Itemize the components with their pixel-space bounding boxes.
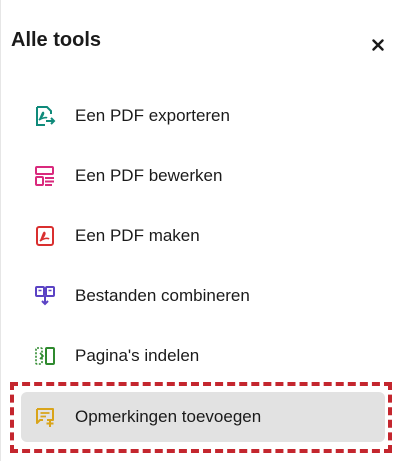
panel-title: Alle tools [11,29,102,51]
combine-files-icon [33,284,57,308]
close-icon [372,39,384,51]
export-pdf-icon [33,104,57,128]
tool-create-pdf[interactable]: Een PDF maken [21,211,385,261]
tool-label: Pagina's indelen [75,346,200,365]
tool-export-pdf[interactable]: Een PDF exporteren [21,91,385,141]
all-tools-panel: Alle tools Een PDF exporteren Een PDF be… [0,0,401,461]
tool-add-comments[interactable]: Opmerkingen toevoegen [21,392,385,442]
organize-pages-icon [33,344,57,368]
tool-label: Een PDF maken [75,226,200,245]
tool-label: Een PDF exporteren [75,106,230,125]
tool-combine-files[interactable]: Bestanden combineren [21,271,385,321]
comment-icon [33,405,57,429]
create-pdf-icon [33,224,57,248]
tool-label: Opmerkingen toevoegen [75,407,262,426]
tool-label: Een PDF bewerken [75,166,223,185]
close-button[interactable] [367,34,389,56]
tool-label: Bestanden combineren [75,286,250,305]
panel-header: Alle tools [1,0,401,80]
tool-organize-pages[interactable]: Pagina's indelen [21,331,385,381]
tool-edit-pdf[interactable]: Een PDF bewerken [21,151,385,201]
edit-pdf-icon [33,164,57,188]
